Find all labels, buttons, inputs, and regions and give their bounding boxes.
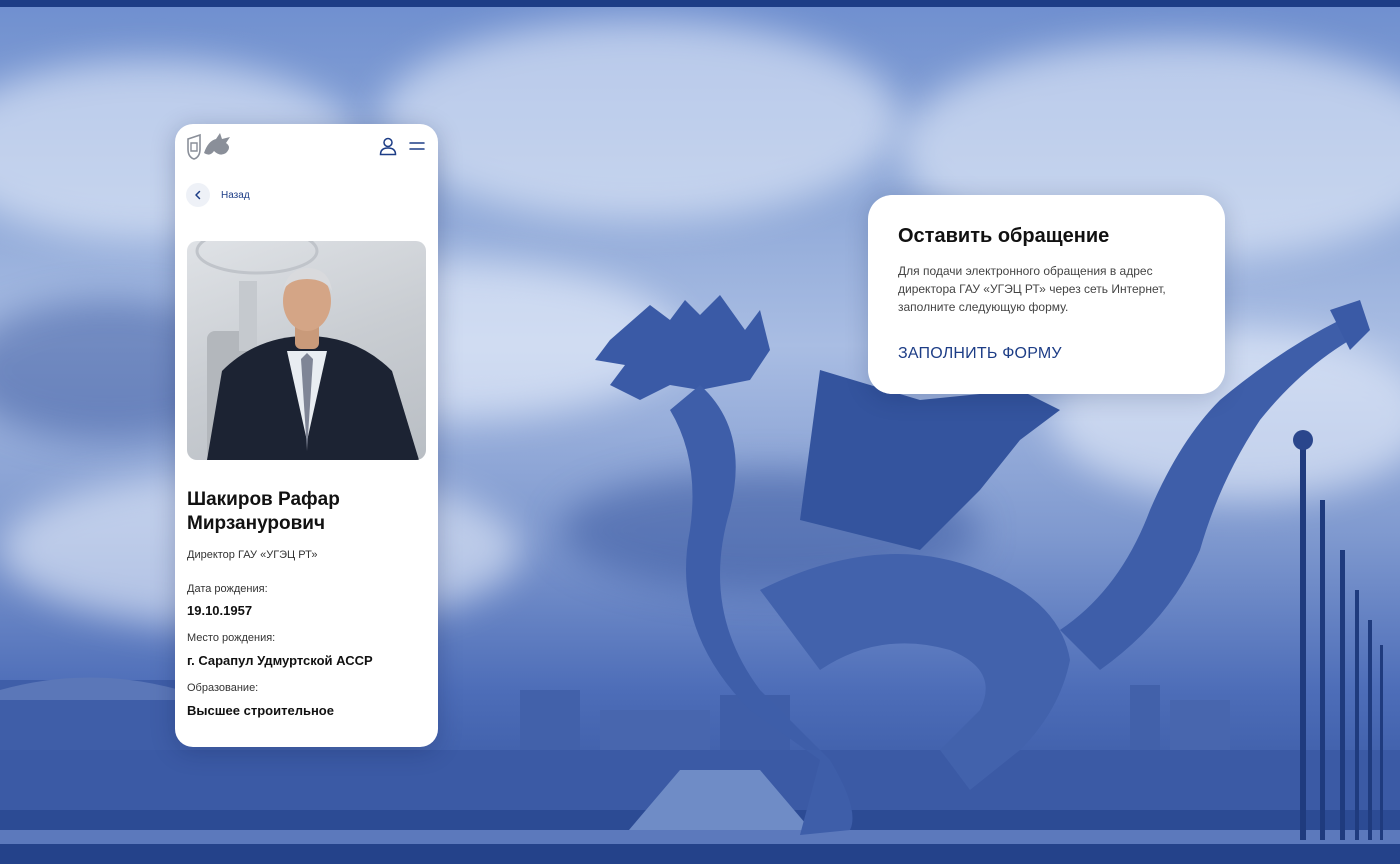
director-photo xyxy=(187,241,426,460)
back-label: Назад xyxy=(221,189,250,201)
appeal-description: Для подачи электронного обращения в адре… xyxy=(898,264,1166,314)
top-bar xyxy=(0,0,1400,7)
appeal-card: Оставить обращение Для подачи электронно… xyxy=(868,195,1225,394)
director-profile-card: Назад Шакиров Рафар Мирзанурович Директо… xyxy=(175,124,438,747)
birth-place-label: Место рождения: xyxy=(187,632,276,644)
user-icon[interactable] xyxy=(378,136,398,156)
dragon-crest-logo[interactable] xyxy=(186,131,234,161)
back-button[interactable]: Назад xyxy=(186,182,250,208)
chevron-left-icon xyxy=(186,183,210,207)
fill-form-link[interactable]: ЗАПОЛНИТЬ ФОРМУ xyxy=(898,345,1062,363)
birth-place-value: г. Сарапул Удмуртской АССР xyxy=(187,653,373,668)
director-name: Шакиров Рафар Мирзанурович xyxy=(187,489,340,534)
birth-date-value: 19.10.1957 xyxy=(187,603,253,618)
mobile-header xyxy=(175,124,438,168)
education-value: Высшее строительное xyxy=(187,703,334,718)
director-position: Директор ГАУ «УГЭЦ РТ» xyxy=(187,549,318,561)
birth-date-label: Дата рождения: xyxy=(187,583,268,595)
education-label: Образование: xyxy=(187,682,259,694)
menu-icon[interactable] xyxy=(408,138,426,154)
appeal-title: Оставить обращение xyxy=(898,225,1110,247)
